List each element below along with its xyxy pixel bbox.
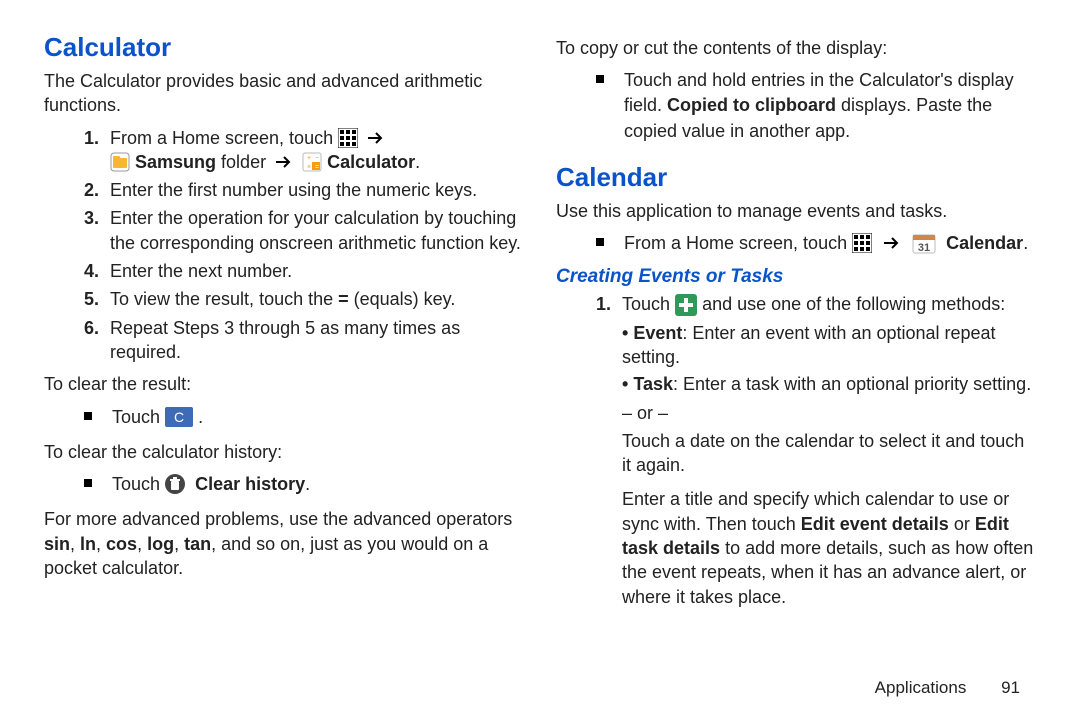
bold-text: =: [338, 289, 349, 309]
clear-result-list: Touch C .: [44, 405, 524, 430]
step-content: Enter the next number.: [110, 259, 524, 283]
step-number: 1.: [596, 292, 622, 316]
list-content: Touch and hold entries in the Calculator…: [624, 68, 1036, 144]
calendar-steps: 1. Touch and use one of the following me…: [556, 292, 1036, 609]
text: For more advanced problems, use the adva…: [44, 509, 512, 529]
trash-icon: [165, 474, 185, 494]
apps-grid-icon: [338, 128, 358, 148]
list-content: From a Home screen, touch 31 Calendar.: [624, 231, 1028, 256]
text: Touch: [622, 294, 675, 314]
svg-text:=: =: [315, 164, 319, 171]
svg-text:C: C: [174, 409, 184, 425]
step-content: Touch and use one of the following metho…: [622, 292, 1036, 609]
clear-history-list: Touch Clear history.: [44, 472, 524, 497]
text: .: [305, 474, 310, 494]
bold-text: Task: [633, 374, 673, 394]
list-item: Event: Enter an event with an optional r…: [622, 321, 1036, 370]
or-separator: – or –: [622, 401, 1036, 425]
text: ,: [174, 534, 184, 554]
list-content: Touch C .: [112, 405, 203, 430]
bold-text: Edit event details: [801, 514, 949, 534]
bold-text: log: [147, 534, 174, 554]
right-column: To copy or cut the contents of the displ…: [556, 32, 1036, 617]
svg-text:31: 31: [918, 242, 930, 254]
copy-intro: To copy or cut the contents of the displ…: [556, 36, 1036, 60]
page-footer: Applications 91: [875, 678, 1020, 698]
creating-events-heading: Creating Events or Tasks: [556, 266, 1036, 288]
bold-text: Clear history: [195, 474, 305, 494]
copy-list: Touch and hold entries in the Calculator…: [556, 68, 1036, 144]
clear-c-icon: C: [165, 407, 193, 427]
step-content: To view the result, touch the = (equals)…: [110, 287, 524, 311]
step-number: 1.: [84, 126, 110, 150]
list-content: Touch Clear history.: [112, 472, 310, 497]
bold-text: cos: [106, 534, 137, 554]
step-number: 2.: [84, 178, 110, 202]
bold-text: Copied to clipboard: [667, 95, 836, 115]
text: .: [415, 152, 420, 172]
bold-text: Calendar: [946, 233, 1023, 253]
text: From a Home screen, touch: [110, 128, 338, 148]
text: ,: [137, 534, 147, 554]
clear-history-intro: To clear the calculator history:: [44, 440, 524, 464]
bold-text: Event: [633, 323, 682, 343]
bold-text: Calculator: [327, 152, 415, 172]
svg-text:+: +: [307, 155, 311, 162]
text: and use one of the following methods:: [702, 294, 1005, 314]
text: (equals) key.: [349, 289, 456, 309]
step-content: Enter the operation for your calculation…: [110, 206, 524, 255]
step-content: Enter the first number using the numeric…: [110, 178, 524, 202]
advanced-paragraph: For more advanced problems, use the adva…: [44, 507, 524, 580]
text: Touch: [112, 407, 165, 427]
step-content: Repeat Steps 3 through 5 as many times a…: [110, 316, 524, 365]
clear-result-intro: To clear the result:: [44, 372, 524, 396]
plus-icon: [675, 294, 697, 316]
step-number: 3.: [84, 206, 110, 230]
text: Touch: [112, 474, 165, 494]
calculator-app-icon: +−× =: [302, 152, 322, 172]
folder-icon: [110, 152, 130, 172]
text: : Enter a task with an optional priority…: [673, 374, 1031, 394]
step-number: 6.: [84, 316, 110, 340]
method-bullets: Event: Enter an event with an optional r…: [622, 321, 1036, 397]
step-content: From a Home screen, touch Samsung folder: [110, 126, 524, 175]
calendar-heading: Calendar: [556, 162, 1036, 193]
calculator-intro: The Calculator provides basic and advanc…: [44, 69, 524, 118]
apps-grid-icon: [852, 233, 872, 253]
text: From a Home screen, touch: [624, 233, 852, 253]
text: folder: [216, 152, 271, 172]
text: Touch a date on the calendar to select i…: [622, 429, 1036, 478]
bold-text: Samsung: [135, 152, 216, 172]
step-number: 4.: [84, 259, 110, 283]
text: ,: [70, 534, 80, 554]
arrow-right-icon: [367, 131, 385, 145]
footer-page-number: 91: [1001, 678, 1020, 697]
text: .: [1023, 233, 1028, 253]
calculator-heading: Calculator: [44, 32, 524, 63]
svg-text:−: −: [315, 155, 319, 162]
bold-text: ln: [80, 534, 96, 554]
svg-text:×: ×: [307, 164, 311, 171]
bold-text: tan: [184, 534, 211, 554]
arrow-right-icon: [275, 155, 293, 169]
calendar-open-list: From a Home screen, touch 31 Calendar.: [556, 231, 1036, 256]
text: ,: [96, 534, 106, 554]
left-column: Calculator The Calculator provides basic…: [44, 32, 524, 617]
footer-chapter: Applications: [875, 678, 967, 697]
arrow-right-icon: [883, 236, 901, 250]
text: .: [198, 407, 203, 427]
text: or: [949, 514, 975, 534]
calendar-intro: Use this application to manage events an…: [556, 199, 1036, 223]
calculator-steps: 1. From a Home screen, touch Samsung fol…: [44, 126, 524, 365]
text: To view the result, touch the: [110, 289, 338, 309]
enter-title-paragraph: Enter a title and specify which calendar…: [622, 487, 1036, 608]
calendar-app-icon: 31: [912, 232, 936, 254]
list-item: Task: Enter a task with an optional prio…: [622, 372, 1036, 396]
step-number: 5.: [84, 287, 110, 311]
bold-text: sin: [44, 534, 70, 554]
